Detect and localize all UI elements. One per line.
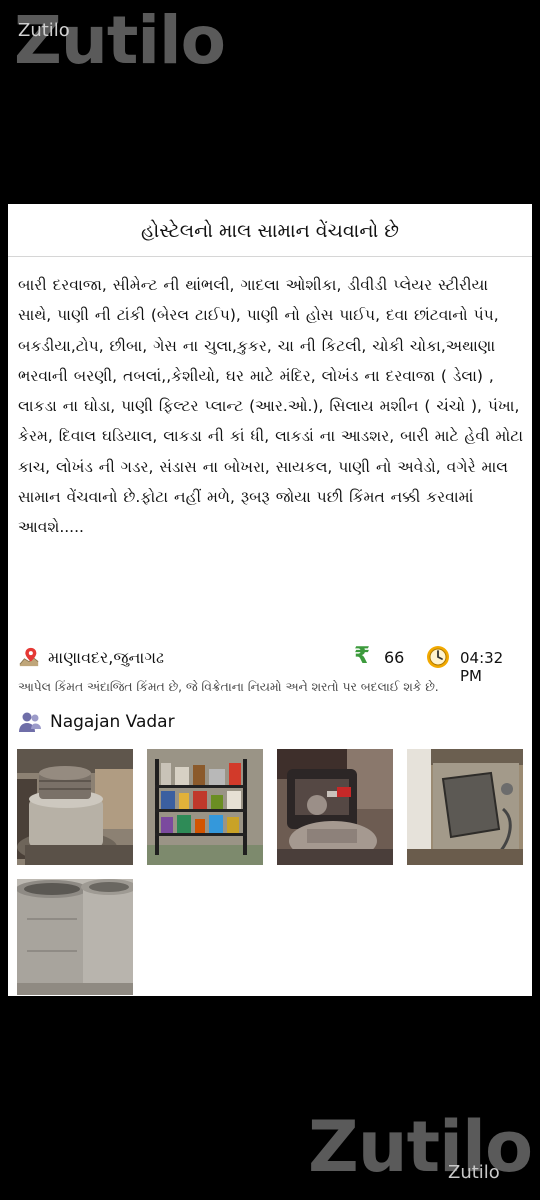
title-divider <box>8 256 532 257</box>
listing-meta-row: માણાવદર,જુનાગઢ ₹ 66 04:32 PM <box>16 643 526 685</box>
listing-description: બારી દરવાજા, સીમેન્ટ ની થાંભલી, ગાદલા ઓશ… <box>18 276 524 537</box>
water-filter-photo[interactable] <box>407 749 523 865</box>
storage-rack-photo[interactable] <box>147 749 263 865</box>
listing-card[interactable]: હોસ્ટેલનો માલ સામાન વેંચવાનો છે બારી દરવ… <box>8 204 532 996</box>
cement-barrels-photo[interactable] <box>17 879 133 995</box>
user-icon <box>19 712 41 732</box>
map-pin-icon <box>19 647 39 667</box>
rupee-icon: ₹ <box>354 643 371 669</box>
clock-icon <box>427 646 449 668</box>
watermark-logo-top: Zutilo <box>14 2 226 79</box>
listing-location: માણાવદર,જુનાગઢ <box>48 648 164 667</box>
watermark-small-top: Zutilo <box>18 20 70 41</box>
machine-parts-photo[interactable] <box>277 749 393 865</box>
grinding-stone-photo[interactable] <box>17 749 133 865</box>
seller-name: Nagajan Vadar <box>50 712 175 732</box>
listing-price: 66 <box>384 648 405 667</box>
watermark-small-bottom: Zutilo <box>448 1162 500 1183</box>
price-disclaimer: આપેલ કિંમત અંદાજિત કિંમત છે, જે વિક્રેતા… <box>18 680 439 694</box>
listing-title: હોસ્ટેલનો માલ સામાન વેંચવાનો છે <box>141 220 399 242</box>
